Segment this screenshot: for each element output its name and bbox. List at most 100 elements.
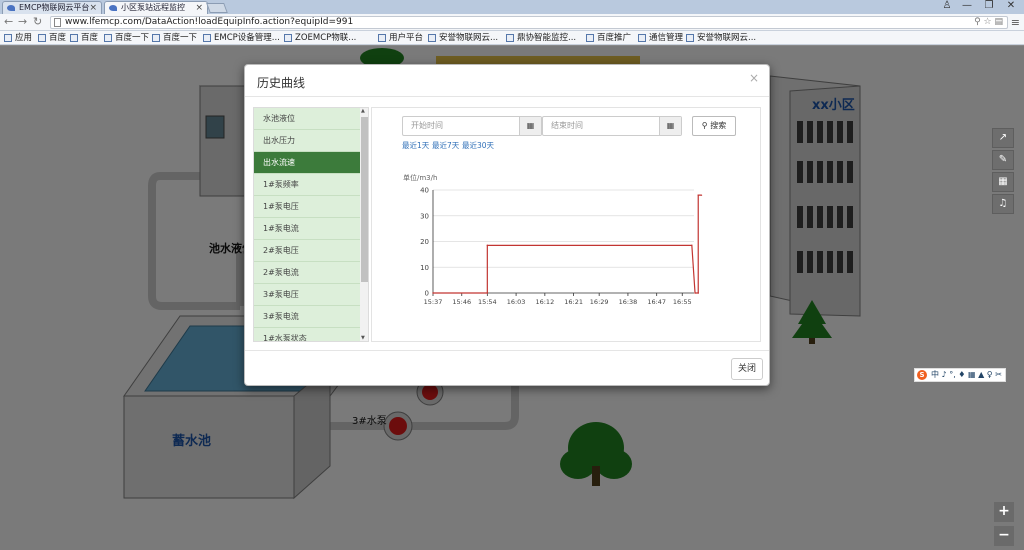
bookmark-item[interactable]: 百度 <box>70 32 98 44</box>
param-item[interactable]: 1#水泵状态 <box>254 328 360 341</box>
scroll-up-icon[interactable]: ▲ <box>361 108 365 114</box>
emcp-favicon-icon <box>109 5 117 11</box>
history-curve-dialog: 历史曲线 × 水池液位 出水压力 出水流速 1#泵频率 1#泵电压 1#泵电流 … <box>244 64 770 386</box>
emcp-favicon-icon <box>7 5 15 11</box>
window-close-button[interactable]: ✕ <box>1000 0 1022 13</box>
bookmark-item[interactable]: 百度推广 <box>586 32 631 44</box>
baidu-icon <box>104 34 112 42</box>
last-30-days-link[interactable]: 最近30天 <box>462 140 494 151</box>
last-7-days-link[interactable]: 最近7天 <box>432 140 459 151</box>
bookmark-label: EMCP设备管理... <box>214 33 280 43</box>
param-item[interactable]: 1#泵电流 <box>254 218 360 240</box>
reload-icon[interactable]: ↻ <box>33 15 42 28</box>
zoom-in-button[interactable]: + <box>994 502 1014 522</box>
url-input[interactable]: www.lfemcp.com/DataAction!loadEquipInfo.… <box>50 16 1008 29</box>
bookmark-item[interactable]: 安誉物联网云... <box>428 32 498 44</box>
bookmark-label: 百度 <box>49 33 67 43</box>
tab-pump-monitor-title: 小区泵站远程监控 <box>121 3 185 12</box>
table-icon[interactable]: ▦ <box>992 172 1014 192</box>
param-item[interactable]: 水池液位 <box>254 108 360 130</box>
bookmark-label: 百度推广 <box>597 33 632 43</box>
close-icon[interactable]: × <box>89 2 97 14</box>
bookmark-item[interactable]: 安誉物联网云... <box>686 32 756 44</box>
end-time-placeholder: 结束时间 <box>551 121 583 130</box>
x-tick-label: 16:38 <box>619 298 638 306</box>
zoom-out-button[interactable]: − <box>994 526 1014 546</box>
edit-icon[interactable]: ✎ <box>992 150 1014 170</box>
bookmark-item[interactable]: 百度一下 <box>104 32 149 44</box>
list-scrollbar[interactable]: ▲ ▼ <box>360 108 368 341</box>
param-item[interactable]: 2#泵电流 <box>254 262 360 284</box>
scroll-down-icon[interactable]: ▼ <box>361 335 365 341</box>
new-tab-button[interactable] <box>206 3 228 13</box>
baidu-icon <box>586 34 594 42</box>
data-point <box>486 292 489 294</box>
bookmark-label: 用户平台 <box>389 33 424 43</box>
menu-icon[interactable]: ≡ <box>1011 16 1020 29</box>
scrollbar-thumb[interactable] <box>361 117 368 282</box>
x-tick-label: 15:54 <box>478 298 497 306</box>
data-point <box>432 292 434 294</box>
tab-emcp[interactable]: EMCP物联网云平台 × <box>2 1 102 14</box>
page-icon <box>38 34 46 42</box>
param-item[interactable]: 1#泵电压 <box>254 196 360 218</box>
end-time-input[interactable]: 结束时间 ▦ <box>542 116 682 136</box>
minimize-button[interactable]: — <box>956 0 978 13</box>
bookmark-item[interactable]: 百度 <box>38 32 66 44</box>
bookmark-apps[interactable]: 应用 <box>4 32 32 44</box>
line-chart-icon[interactable]: ↗ <box>992 128 1014 148</box>
bookmark-item[interactable]: 百度一下 <box>152 32 197 44</box>
data-point <box>486 244 489 247</box>
bookmark-label: 应用 <box>15 33 33 43</box>
x-tick-label: 16:12 <box>535 298 554 306</box>
param-item-selected[interactable]: 出水流速 <box>254 152 360 174</box>
zoom-star-icons[interactable]: ⚲ ☆ ▤ <box>974 17 1003 28</box>
search-button-label: 搜索 <box>710 121 727 130</box>
y-tick-label: 20 <box>420 238 429 246</box>
param-item[interactable]: 3#泵电压 <box>254 284 360 306</box>
page-icon <box>284 34 292 42</box>
param-item[interactable]: 2#泵电压 <box>254 240 360 262</box>
bookmark-item[interactable]: 通信管理 <box>638 32 683 44</box>
bookmark-item[interactable]: EMCP设备管理... <box>203 32 280 44</box>
close-icon[interactable]: × <box>749 71 759 85</box>
y-tick-label: 0 <box>425 290 429 298</box>
forward-icon[interactable]: → <box>18 15 27 28</box>
search-button[interactable]: ⚲ 搜索 <box>692 116 736 136</box>
close-icon[interactable]: × <box>195 2 203 14</box>
bell-icon[interactable]: ♫ <box>992 194 1014 214</box>
bookmark-label: 百度一下 <box>115 33 150 43</box>
param-item[interactable]: 出水压力 <box>254 130 360 152</box>
bookmark-label: 百度 <box>81 33 99 43</box>
restore-button[interactable]: ❐ <box>978 0 1000 13</box>
bookmark-item[interactable]: 用户平台 <box>378 32 423 44</box>
bookmark-item[interactable]: ZOEMCP物联... <box>284 32 356 44</box>
start-time-input[interactable]: 开始时间 ▦ <box>402 116 542 136</box>
url-text: www.lfemcp.com/DataAction!loadEquipInfo.… <box>65 17 354 27</box>
ime-toolbar[interactable]: S 中 ♪ °, ♦ ▦ ▲ ♀ ✂ <box>914 368 1006 382</box>
back-icon[interactable]: ← <box>4 15 13 28</box>
site-icon <box>428 34 436 42</box>
calendar-icon[interactable]: ▦ <box>519 117 541 135</box>
x-tick-label: 16:47 <box>647 298 666 306</box>
tab-pump-monitor[interactable]: 小区泵站远程监控 × <box>104 1 208 14</box>
param-item[interactable]: 1#泵频率 <box>254 174 360 196</box>
tab-strip: EMCP物联网云平台 × 小区泵站远程监控 × ♙ — ❐ ✕ <box>0 0 1024 14</box>
bookmark-label: ZOEMCP物联... <box>295 33 357 43</box>
x-tick-label: 16:55 <box>673 298 692 306</box>
bookmark-label: 安誉物联网云... <box>439 33 499 43</box>
site-icon <box>686 34 694 42</box>
calendar-icon[interactable]: ▦ <box>659 117 681 135</box>
y-tick-label: 10 <box>420 264 429 272</box>
tab-emcp-title: EMCP物联网云平台 <box>19 3 90 12</box>
baidu-icon <box>70 34 78 42</box>
close-button[interactable]: 关闭 <box>731 358 763 380</box>
baidu-icon <box>152 34 160 42</box>
data-point <box>697 194 699 196</box>
bookmark-item[interactable]: 鼎协智能监控... <box>506 32 576 44</box>
apps-icon <box>4 34 12 42</box>
y-tick-label: 30 <box>420 212 429 220</box>
user-icon[interactable]: ♙ <box>936 0 958 13</box>
last-1-day-link[interactable]: 最近1天 <box>402 140 429 151</box>
param-item[interactable]: 3#泵电流 <box>254 306 360 328</box>
